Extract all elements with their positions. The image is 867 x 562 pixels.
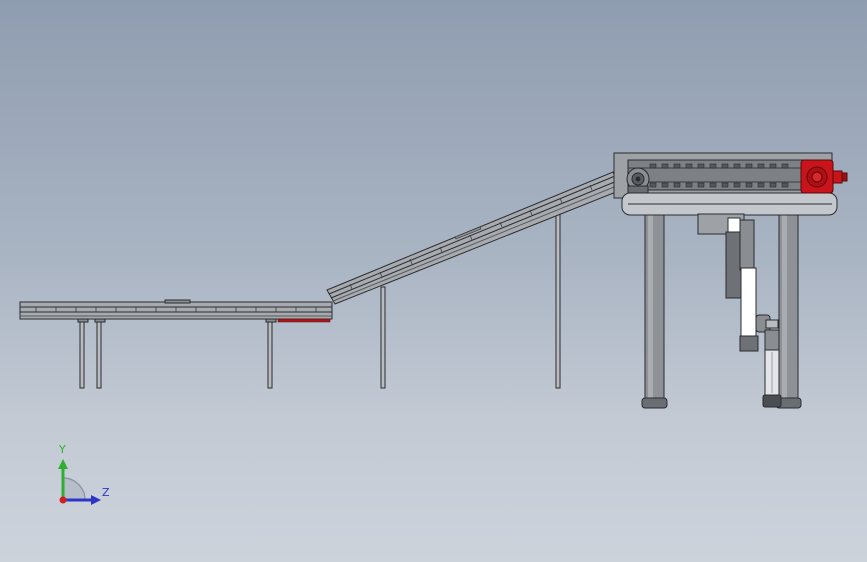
horizontal-conveyor-red-guard — [277, 318, 331, 323]
triad-y-arrowhead — [58, 459, 68, 469]
triad-y-label: Y — [59, 443, 66, 456]
inclined-conveyor[interactable] — [326, 171, 622, 389]
horizontal-conveyor-legs — [77, 317, 277, 389]
sprocket — [626, 167, 650, 194]
pneumatic-cylinder — [762, 329, 782, 408]
orientation-triad[interactable] — [58, 459, 101, 505]
cad-viewport[interactable]: Y Z — [0, 0, 867, 562]
triad-z-label: Z — [102, 486, 110, 499]
horizontal-conveyor[interactable] — [19, 299, 333, 389]
conveyor-assembly-model[interactable] — [0, 0, 867, 562]
triad-x-axis-dot — [59, 496, 67, 504]
triad-z-arrowhead — [91, 495, 101, 505]
drive-station[interactable] — [613, 152, 848, 409]
triad-arc-fill — [63, 478, 85, 500]
inclined-conveyor-belt — [326, 171, 622, 305]
drive-motor — [800, 159, 848, 194]
